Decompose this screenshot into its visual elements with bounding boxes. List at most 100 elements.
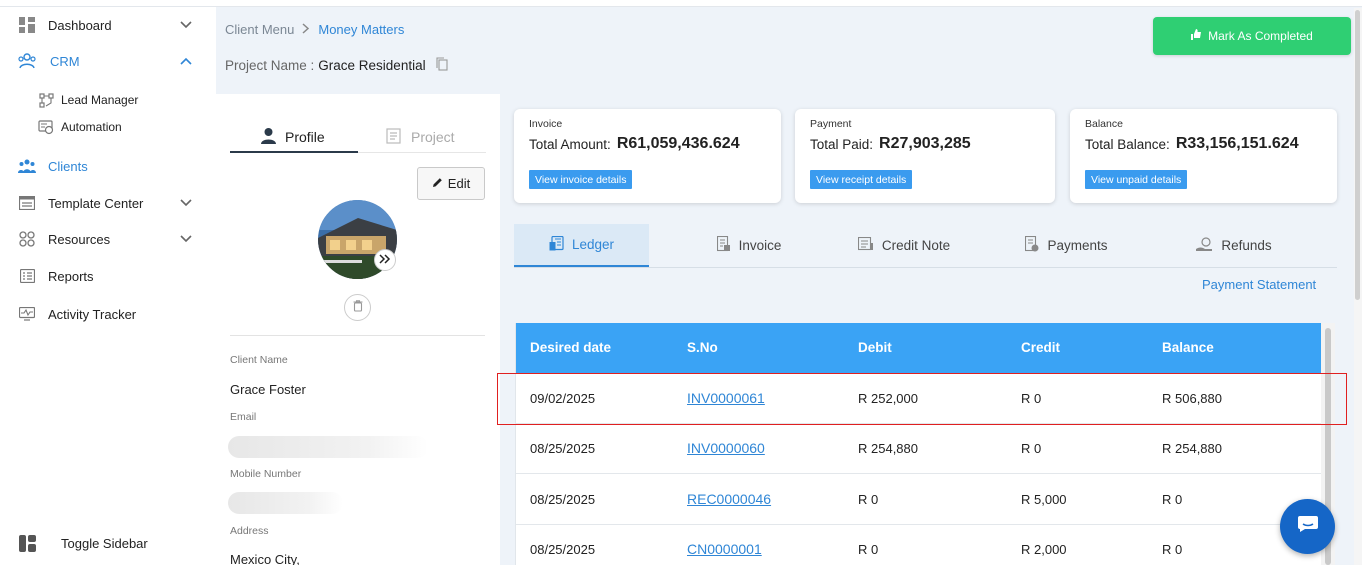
tab-credit-note[interactable]: Credit Note (844, 224, 964, 267)
sidebar-item-resources[interactable]: Resources (0, 225, 216, 253)
card-amount-label: Total Balance: (1085, 136, 1170, 152)
payment-card: Payment Total Paid: R27,903,285 View rec… (795, 109, 1055, 203)
card-amount: Total Amount: R61,059,436.624 (529, 135, 740, 153)
sidebar-item-label: CRM (50, 53, 80, 69)
automation-icon (38, 119, 54, 135)
sidebar-item-clients[interactable]: Clients (0, 152, 216, 180)
top-border (0, 0, 1362, 7)
mobile-value-redacted (228, 492, 343, 514)
reports-icon (18, 267, 36, 285)
email-value-redacted (228, 436, 428, 458)
tab-divider (358, 152, 486, 153)
row-highlight-box (497, 373, 1347, 425)
credit-note-icon (857, 236, 874, 254)
card-kind: Balance (1085, 118, 1123, 130)
tab-invoice[interactable]: Invoice (694, 224, 804, 267)
tab-project[interactable]: Project (386, 122, 455, 152)
mobile-number-label: Mobile Number (230, 468, 302, 480)
sidebar-item-label: Automation (61, 120, 122, 134)
lead-manager-icon (38, 92, 54, 108)
card-amount-value: R61,059,436.624 (616, 135, 740, 152)
cell-balance: R 0 (1162, 492, 1183, 507)
ledger-icon (549, 235, 564, 254)
invoice-icon (716, 235, 731, 255)
project-icon (386, 127, 403, 147)
project-name: Project Name : Grace Residential (225, 57, 448, 74)
edit-label: Edit (447, 176, 471, 191)
client-name-label: Client Name (230, 354, 288, 366)
view-unpaid-details-button[interactable]: View unpaid details (1085, 170, 1188, 189)
toggle-sidebar-button[interactable]: Toggle Sidebar (0, 529, 216, 557)
sidebar-item-dashboard[interactable]: Dashboard (0, 11, 216, 39)
cell-credit: R 5,000 (1021, 492, 1067, 507)
sidebar-item-label: Lead Manager (61, 93, 139, 107)
cell-sno-link[interactable]: CN0000001 (687, 541, 762, 557)
active-tab-indicator (230, 151, 358, 153)
project-name-value: Grace Residential (318, 58, 426, 73)
chevron-down-icon (180, 197, 192, 209)
payment-statement-link[interactable]: Payment Statement (1202, 277, 1316, 292)
chat-icon (1297, 515, 1319, 538)
card-amount-label: Total Paid: (810, 136, 874, 152)
sidebar-item-crm[interactable]: CRM (0, 47, 216, 75)
chevron-down-icon (180, 233, 192, 245)
delete-image-button[interactable] (344, 294, 371, 321)
activity-icon (18, 305, 36, 323)
toggle-sidebar-label: Toggle Sidebar (61, 535, 148, 551)
tab-project-label: Project (411, 129, 455, 145)
email-label: Email (230, 411, 257, 423)
tab-profile[interactable]: Profile (260, 122, 325, 152)
address-value: Mexico City, (230, 552, 300, 565)
cell-credit: R 0 (1021, 441, 1042, 456)
mark-as-completed-button[interactable]: Mark As Completed (1153, 17, 1351, 55)
mark-as-completed-label: Mark As Completed (1208, 29, 1313, 43)
payments-icon (1025, 235, 1039, 255)
cell-balance: R 254,880 (1162, 441, 1222, 456)
cell-date: 08/25/2025 (530, 492, 596, 507)
table-row[interactable]: 08/25/2025 CN0000001 R 0 R 2,000 R 0 (516, 525, 1321, 565)
column-header-debit: Debit (858, 340, 892, 355)
card-amount-value: R33,156,151.624 (1175, 135, 1299, 152)
chevron-up-icon (180, 55, 192, 67)
sidebar-item-label: Dashboard (48, 17, 112, 33)
tab-profile-label: Profile (285, 129, 325, 145)
tab-refunds[interactable]: Refunds (1179, 224, 1289, 267)
table-row[interactable]: 08/25/2025 REC0000046 R 0 R 5,000 R 0 (516, 475, 1321, 525)
column-header-sno: S.No (687, 340, 718, 355)
sidebar-item-template-center[interactable]: Template Center (0, 189, 216, 217)
copy-icon[interactable] (436, 57, 448, 74)
sidebar-item-label: Activity Tracker (48, 306, 137, 322)
card-amount-value: R27,903,285 (879, 135, 971, 152)
cell-debit: R 254,880 (858, 441, 918, 456)
chat-button[interactable] (1280, 499, 1335, 554)
sidebar-item-activity-tracker[interactable]: Activity Tracker (0, 300, 216, 328)
sidebar-item-reports[interactable]: Reports (0, 262, 216, 290)
next-image-button[interactable] (374, 249, 396, 271)
sidebar-item-automation[interactable]: Automation (0, 113, 216, 141)
pencil-icon (432, 176, 443, 191)
view-invoice-details-button[interactable]: View invoice details (529, 170, 633, 189)
profile-divider (230, 335, 485, 336)
sidebar-item-label: Reports (48, 268, 94, 284)
edit-button[interactable]: Edit (417, 167, 485, 200)
view-receipt-details-button[interactable]: View receipt details (810, 170, 913, 189)
table-row[interactable]: 08/25/2025 INV0000060 R 254,880 R 0 R 25… (516, 424, 1321, 474)
sidebar-item-label: Clients (48, 158, 88, 174)
cell-sno-link[interactable]: INV0000060 (687, 440, 765, 456)
cell-sno-link[interactable]: REC0000046 (687, 491, 771, 507)
tab-payments[interactable]: Payments (1009, 224, 1124, 267)
sidebar-item-label: Template Center (48, 195, 144, 211)
ledger-tabs: Ledger Invoice Credit Note Payments Refu… (514, 224, 1337, 268)
client-name-value: Grace Foster (230, 382, 306, 397)
sidebar-item-label: Resources (48, 231, 111, 247)
breadcrumb: Client Menu Money Matters (225, 22, 404, 37)
cell-balance: R 0 (1162, 542, 1183, 557)
sidebar-toggle-icon (18, 534, 36, 552)
breadcrumb-parent[interactable]: Client Menu (225, 22, 294, 37)
sidebar-item-lead-manager[interactable]: Lead Manager (0, 86, 216, 114)
template-icon (18, 194, 36, 212)
tab-ledger[interactable]: Ledger (514, 224, 649, 267)
breadcrumb-current: Money Matters (318, 22, 405, 37)
page-scrollbar-thumb[interactable] (1355, 10, 1360, 300)
column-header-date: Desired date (530, 340, 612, 355)
